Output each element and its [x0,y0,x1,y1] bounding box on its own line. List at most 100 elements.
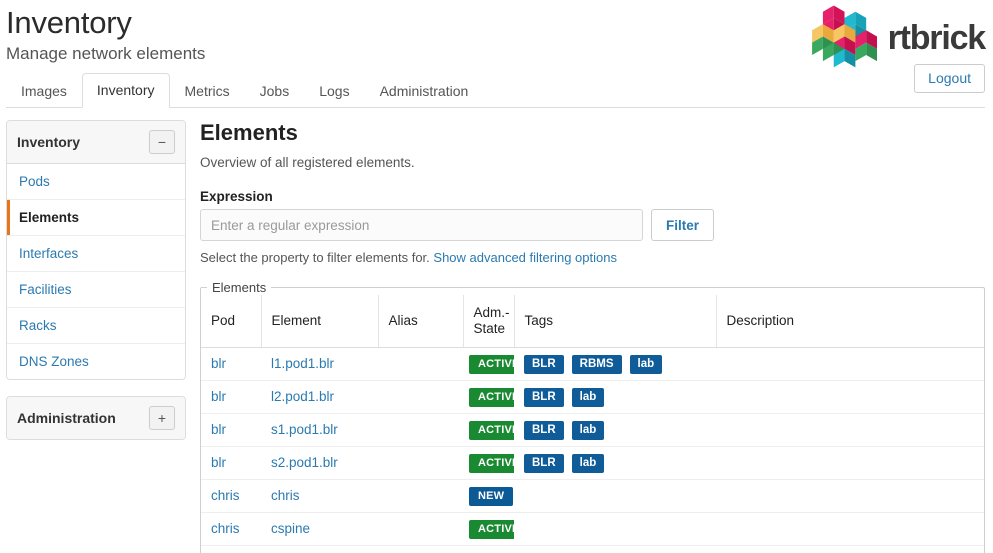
rtbrick-logo-icon [811,5,877,68]
table-row: blrs2.pod1.blr ACTIVE BLR lab [201,446,984,480]
cell-description [716,380,984,414]
col-header-pod[interactable]: Pod [201,295,262,348]
cell-description [716,413,984,447]
cell-pod[interactable]: chris [201,479,261,513]
cell-element[interactable]: cspine [261,512,378,546]
expression-label: Expression [200,189,273,204]
cell-tags [514,512,716,546]
page-title: Elements [200,120,298,145]
tag-badge[interactable]: BLR [524,388,564,407]
logout-button[interactable]: Logout [914,64,985,93]
cell-alias [378,512,463,546]
sidebar-item-racks[interactable]: Racks [7,308,185,344]
sidebar-panel-inventory: Inventory − Pods Elements Interfaces Fac… [6,120,186,380]
table-row: blrl2.pod1.blr ACTIVE BLR lab [201,380,984,414]
cell-element[interactable]: demo [261,545,378,553]
tab-logs[interactable]: Logs [304,75,364,108]
elements-table: Pod Element Alias Adm.-State Tags Descri… [201,295,984,553]
col-header-tags[interactable]: Tags [514,295,717,348]
cell-description [716,545,984,553]
cell-description [716,347,984,381]
tag-badge[interactable]: lab [629,355,663,374]
cell-alias: demo [378,545,463,553]
col-header-element[interactable]: Element [261,295,379,348]
table-row: blrl1.pod1.blr ACTIVE BLR RBMS lab [201,347,984,381]
col-header-adm-state[interactable]: Adm.-State [463,295,515,348]
cell-element[interactable]: l2.pod1.blr [261,380,378,414]
cell-pod[interactable]: chris [201,512,261,546]
cell-pod[interactable]: blr [201,446,261,480]
cell-alias [378,446,463,480]
cell-element[interactable]: s1.pod1.blr [261,413,378,447]
brand-wordmark: rtbrick [887,19,987,57]
table-row: blrs1.pod1.blr ACTIVE BLR lab [201,413,984,447]
tab-inventory[interactable]: Inventory [81,73,170,108]
tab-images[interactable]: Images [6,75,82,108]
tag-badge[interactable]: BLR [524,454,564,473]
elements-table-box: Elements Pod Element Alias Adm.-State Ta… [200,280,985,553]
status-badge: ACTIVE [469,355,514,374]
page-body: Inventory − Pods Elements Interfaces Fac… [0,108,993,553]
cell-tags: BLR lab [514,413,716,447]
minus-icon[interactable]: − [149,130,175,154]
sidebar-item-elements[interactable]: Elements [7,200,185,236]
tag-badge[interactable]: BLR [524,355,564,374]
table-row: chrisdemodemoACTIVE [201,545,984,553]
elements-table-head: Pod Element Alias Adm.-State Tags Descri… [201,295,984,348]
cell-adm-state: ACTIVE [463,545,514,553]
cell-adm-state: ACTIVE [463,347,514,381]
tab-metrics[interactable]: Metrics [170,75,245,108]
cell-tags: BLR lab [514,446,716,480]
tag-badge[interactable]: BLR [524,421,564,440]
tag-badge[interactable]: lab [571,454,605,473]
advanced-filtering-link[interactable]: Show advanced filtering options [433,250,617,265]
cell-element[interactable]: l1.pod1.blr [261,347,378,381]
main-content: Elements Overview of all registered elem… [194,120,985,553]
tab-jobs[interactable]: Jobs [245,75,305,108]
cell-pod[interactable]: blr [201,347,261,381]
brand: rtbrick [804,4,987,72]
page-header: Inventory Manage network elements rtbric… [0,0,993,76]
cell-description [716,512,984,546]
sidebar-item-dns-zones[interactable]: DNS Zones [7,344,185,379]
tag-badge[interactable]: lab [571,388,605,407]
cell-element[interactable]: chris [261,479,378,513]
table-row: chriscspine ACTIVE [201,512,984,546]
cell-pod[interactable]: chris [201,545,261,553]
status-badge: ACTIVE [469,388,514,407]
tag-badge[interactable]: lab [571,421,605,440]
cell-alias [378,479,463,513]
elements-table-body: blrl1.pod1.blrACTIVEBLRRBMSlabblrl2.pod1… [201,347,984,553]
status-badge: NEW [469,487,514,506]
cell-adm-state: ACTIVE [463,413,514,447]
filter-button[interactable]: Filter [651,209,715,241]
cell-pod[interactable]: blr [201,380,261,414]
status-badge: ACTIVE [469,520,514,539]
sidebar-item-pods[interactable]: Pods [7,164,185,200]
sidebar-panel-inventory-body: Pods Elements Interfaces Facilities Rack… [7,164,185,379]
page-description: Overview of all registered elements. [200,155,415,170]
sidebar-panel-administration-title: Administration [17,410,116,426]
tag-badge[interactable]: RBMS [571,355,622,374]
filter-row: Filter [200,209,985,241]
cell-adm-state: ACTIVE [463,380,514,414]
sidebar-item-facilities[interactable]: Facilities [7,272,185,308]
sidebar: Inventory − Pods Elements Interfaces Fac… [6,120,186,553]
cell-element[interactable]: s2.pod1.blr [261,446,378,480]
cell-pod[interactable]: blr [201,413,261,447]
col-header-alias[interactable]: Alias [378,295,464,348]
cell-alias [378,347,463,381]
plus-icon[interactable]: + [149,406,175,430]
sidebar-panel-administration-header: Administration + [7,397,185,439]
cell-alias [378,380,463,414]
expression-input[interactable] [200,209,643,241]
elements-table-legend: Elements [212,280,267,295]
col-header-description[interactable]: Description [716,295,984,348]
sidebar-panel-inventory-header: Inventory − [7,121,185,164]
cell-description [716,479,984,513]
cell-tags: BLR lab [514,380,716,414]
cell-tags [514,479,716,513]
sidebar-item-interfaces[interactable]: Interfaces [7,236,185,272]
tab-administration[interactable]: Administration [365,75,484,108]
cell-alias [378,413,463,447]
